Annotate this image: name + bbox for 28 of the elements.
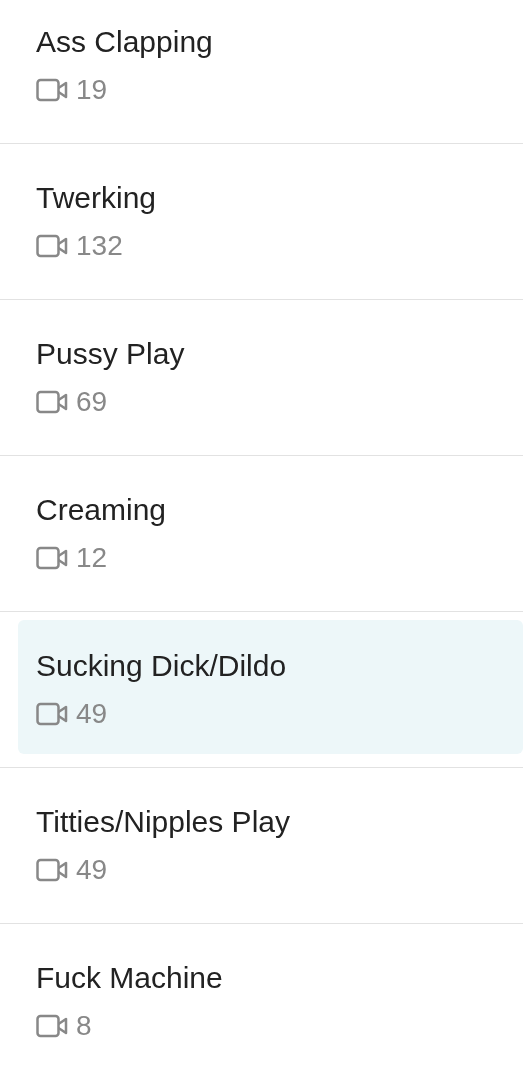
category-item[interactable]: Sucking Dick/Dildo 49 — [18, 620, 523, 754]
category-item[interactable]: Titties/Nipples Play 49 — [18, 776, 523, 910]
video-count: 69 — [76, 386, 108, 418]
video-camera-icon — [36, 390, 68, 414]
category-title: Ass Clapping — [36, 24, 213, 60]
category-title: Fuck Machine — [36, 960, 223, 996]
category-title: Sucking Dick/Dildo — [36, 648, 287, 684]
video-camera-icon — [36, 234, 68, 258]
video-camera-icon — [36, 1014, 68, 1038]
video-camera-icon — [36, 858, 68, 882]
video-count: 49 — [76, 698, 108, 730]
video-count: 12 — [76, 542, 108, 574]
video-count: 132 — [76, 230, 123, 262]
category-item[interactable]: Creaming 12 — [18, 464, 523, 598]
category-item[interactable]: Pussy Play 69 — [18, 308, 523, 442]
video-camera-icon — [36, 702, 68, 726]
category-item[interactable]: Ass Clapping 19 — [18, 0, 523, 130]
category-title: Titties/Nipples Play — [36, 804, 290, 840]
video-camera-icon — [36, 546, 68, 570]
category-item[interactable]: Fuck Machine 8 — [18, 932, 523, 1066]
category-title: Creaming — [36, 492, 167, 528]
category-title: Pussy Play — [36, 336, 185, 372]
video-count: 49 — [76, 854, 108, 886]
video-count: 8 — [76, 1010, 92, 1042]
video-count: 19 — [76, 74, 108, 106]
video-camera-icon — [36, 78, 68, 102]
category-item[interactable]: Twerking 132 — [18, 152, 523, 286]
category-title: Twerking — [36, 180, 157, 216]
